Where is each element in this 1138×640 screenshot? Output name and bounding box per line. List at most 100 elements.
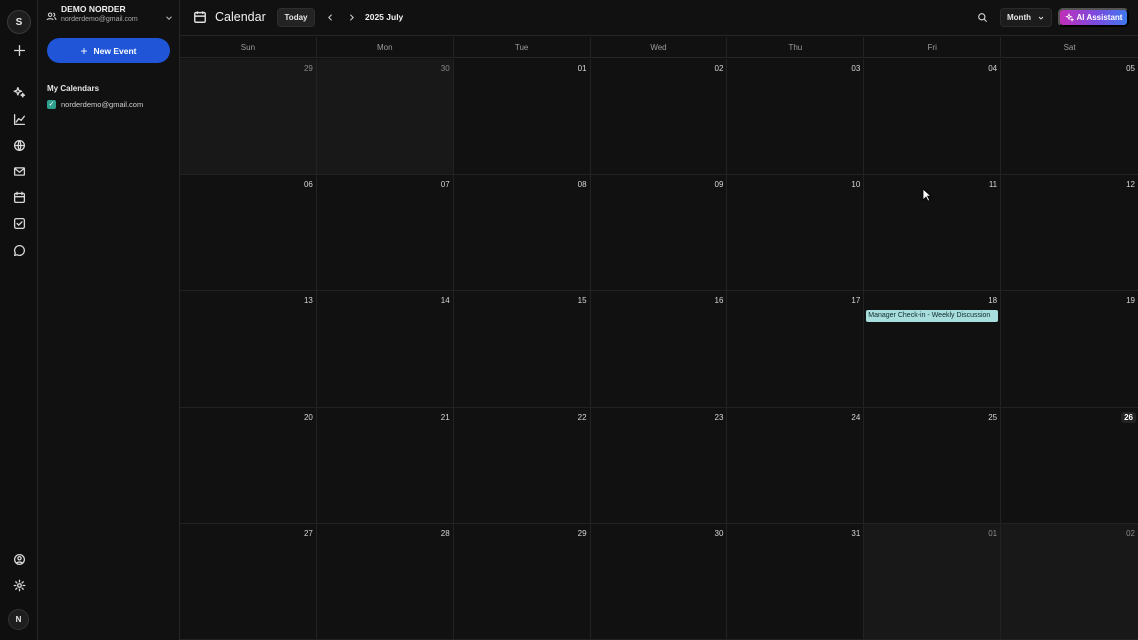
day-number: 07	[440, 180, 450, 190]
account-email: norderdemo@gmail.com	[61, 16, 138, 23]
page-title: Calendar	[215, 10, 266, 24]
calendar-checkbox[interactable]: ✓	[47, 100, 56, 109]
search-icon[interactable]	[977, 10, 991, 24]
day-number: 30	[440, 64, 450, 73]
day-cell[interactable]: 09	[590, 175, 728, 292]
chart-line-icon[interactable]	[9, 109, 29, 129]
day-cell[interactable]: 13	[180, 291, 317, 408]
check-square-icon[interactable]	[9, 213, 29, 233]
sidebar: DEMO NORDER norderdemo@gmail.com + New E…	[38, 0, 180, 640]
day-number: 16	[714, 296, 724, 306]
day-cell[interactable]: 25	[864, 407, 1002, 524]
day-number: 19	[1126, 296, 1135, 306]
globe-icon[interactable]	[9, 135, 29, 155]
day-number: 31	[851, 528, 861, 538]
sparkles-icon[interactable]	[9, 82, 29, 102]
weekday-label: Wed	[591, 37, 728, 58]
day-cell[interactable]: 06	[180, 175, 317, 292]
day-cell[interactable]: 12	[1001, 175, 1138, 292]
view-select-value: Month	[1007, 13, 1031, 22]
calendar-icon[interactable]	[9, 187, 29, 207]
day-cell[interactable]: 20	[180, 407, 317, 524]
weekday-label: Mon	[317, 37, 454, 58]
day-cell[interactable]: 31	[727, 523, 865, 640]
day-cell[interactable]: 30	[316, 59, 454, 176]
day-cell[interactable]: 28	[316, 523, 454, 640]
day-cell[interactable]: 15	[453, 291, 591, 408]
day-cell[interactable]: 19	[1001, 291, 1138, 408]
view-select[interactable]: Month	[1000, 8, 1052, 27]
chevron-left-icon[interactable]	[323, 10, 337, 24]
weekday-label: Sun	[180, 37, 317, 58]
day-number: 02	[714, 64, 724, 73]
day-cell-today[interactable]: 26	[1001, 407, 1138, 524]
weekday-label: Tue	[454, 37, 591, 58]
new-event-button[interactable]: + New Event	[47, 38, 170, 63]
plus-icon[interactable]	[9, 40, 29, 60]
workspace-avatar[interactable]: S	[7, 10, 31, 34]
day-cell[interactable]: 22	[453, 407, 591, 524]
day-number: 23	[714, 412, 724, 422]
day-cell[interactable]: 27	[180, 523, 317, 640]
day-cell[interactable]: 21	[316, 407, 454, 524]
day-number: 14	[440, 296, 450, 306]
day-number: 24	[851, 412, 861, 422]
month-grid: 29 30 01 02 03 04 05 06 07 08 09 10 11 12 13 14 15 16 17 18…	[180, 59, 1138, 640]
calendar-label: norderdemo@gmail.com	[61, 100, 144, 109]
day-cell[interactable]: 02	[1001, 523, 1138, 640]
weekday-header: Sun Mon Tue Wed Thu Fri Sat	[180, 37, 1138, 58]
day-cell[interactable]: 05	[1001, 59, 1138, 176]
chevron-down-icon[interactable]	[164, 10, 174, 20]
day-cell[interactable]: 18 Manager Check-in - Weekly Discussion	[864, 291, 1002, 408]
day-cell[interactable]: 04	[864, 59, 1002, 176]
ai-assistant-label: AI Assistant	[1076, 13, 1123, 22]
day-cell[interactable]: 08	[453, 175, 591, 292]
today-button[interactable]: Today	[277, 8, 315, 27]
chevron-down-icon	[1038, 16, 1044, 20]
account-name: DEMO NORDER	[61, 4, 126, 14]
day-cell[interactable]: 24	[727, 407, 865, 524]
day-cell[interactable]: 23	[590, 407, 728, 524]
chat-bubble-icon[interactable]	[9, 240, 29, 260]
day-cell[interactable]: 01	[864, 523, 1002, 640]
weekday-label: Thu	[727, 37, 865, 58]
day-cell[interactable]: 14	[316, 291, 454, 408]
mouse-cursor-icon	[922, 188, 932, 202]
chevron-right-icon[interactable]	[344, 10, 358, 24]
day-cell[interactable]: 30	[590, 523, 728, 640]
day-cell[interactable]: 01	[453, 59, 591, 176]
day-number: 22	[577, 412, 587, 422]
day-cell[interactable]: 07	[316, 175, 454, 292]
day-cell[interactable]: 17	[727, 291, 865, 408]
day-number: 27	[303, 528, 313, 538]
account-switcher[interactable]: DEMO NORDER norderdemo@gmail.com	[46, 4, 174, 28]
gear-icon[interactable]	[9, 575, 29, 595]
day-number: 01	[577, 64, 587, 73]
day-number: 13	[303, 296, 313, 306]
day-cell[interactable]: 29	[180, 59, 317, 176]
calendar-entry[interactable]: ✓ norderdemo@gmail.com	[47, 100, 143, 109]
ai-assistant-button[interactable]: AI Assistant	[1058, 8, 1129, 27]
day-number: 06	[303, 180, 313, 190]
day-number: 09	[714, 180, 724, 190]
user-avatar[interactable]: N	[8, 609, 29, 630]
day-number: 04	[988, 64, 998, 73]
day-cell[interactable]: 10	[727, 175, 865, 292]
day-cell[interactable]: 11	[864, 175, 1002, 292]
user-circle-icon[interactable]	[9, 549, 29, 569]
calendar-event[interactable]: Manager Check-in - Weekly Discussion	[866, 310, 999, 323]
day-number: 05	[1126, 64, 1135, 73]
day-cell[interactable]: 02	[590, 59, 728, 176]
day-cell[interactable]: 16	[590, 291, 728, 408]
day-number: 03	[851, 64, 861, 73]
day-number: 11	[988, 180, 998, 190]
day-cell[interactable]: 29	[453, 523, 591, 640]
mail-icon[interactable]	[9, 161, 29, 181]
day-number: 26	[1121, 411, 1136, 423]
day-number: 10	[851, 180, 861, 190]
day-number: 17	[851, 296, 861, 306]
users-icon	[46, 9, 57, 21]
day-number: 02	[1126, 528, 1135, 538]
sparkles-icon	[1064, 13, 1074, 22]
day-cell[interactable]: 03	[727, 59, 865, 176]
